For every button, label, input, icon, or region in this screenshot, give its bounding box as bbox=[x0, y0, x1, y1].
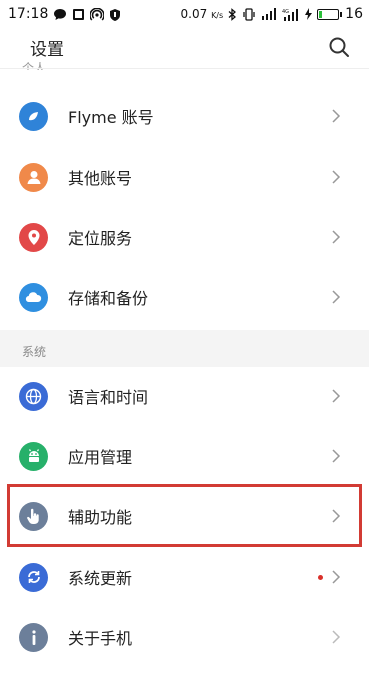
chevron-right-icon bbox=[332, 509, 341, 523]
chevron-right-icon bbox=[332, 449, 341, 463]
bluetooth-icon bbox=[228, 7, 237, 21]
search-icon bbox=[329, 37, 349, 57]
vibrate-icon bbox=[242, 7, 256, 21]
battery-indicator: 16 bbox=[317, 6, 363, 22]
info-icon bbox=[19, 622, 48, 652]
battery-percent: 16 bbox=[345, 6, 363, 22]
chevron-right-icon bbox=[332, 290, 341, 304]
battery-icon bbox=[317, 8, 343, 20]
chat-notification-icon bbox=[53, 8, 67, 21]
chevron-right-icon bbox=[332, 230, 341, 244]
settings-item-label: 存储和备份 bbox=[68, 289, 149, 308]
chevron-right-icon bbox=[332, 570, 341, 584]
signal-icon-1 bbox=[261, 8, 277, 20]
header-divider bbox=[0, 68, 369, 69]
settings-item-label: Flyme 账号 bbox=[68, 108, 154, 127]
status-time: 17:18 bbox=[8, 6, 49, 22]
refresh-icon bbox=[19, 562, 48, 592]
status-bar: 17:18 0.07 K/s 4G 16 bbox=[0, 0, 369, 28]
settings-item-storage-backup[interactable]: 存储和备份 bbox=[0, 267, 369, 327]
settings-item-about-phone[interactable]: 关于手机 bbox=[0, 607, 369, 667]
settings-item-label: 定位服务 bbox=[68, 229, 133, 248]
location-pin-icon bbox=[19, 222, 48, 252]
network-speed-value: 0.07 bbox=[180, 7, 208, 21]
hand-pointer-icon bbox=[19, 501, 48, 531]
search-button[interactable] bbox=[327, 35, 351, 59]
settings-item-label: 语言和时间 bbox=[68, 388, 149, 407]
chevron-right-icon bbox=[332, 389, 341, 403]
image-notification-icon bbox=[72, 8, 85, 21]
globe-icon bbox=[19, 381, 48, 411]
settings-item-language-time[interactable]: 语言和时间 bbox=[0, 366, 369, 426]
settings-header: 设置 bbox=[0, 28, 369, 66]
section-separator bbox=[0, 330, 369, 367]
settings-item-flyme-account[interactable]: Flyme 账号 bbox=[0, 86, 369, 146]
network-speed: 0.07 K/s bbox=[181, 7, 224, 21]
status-bar-right: 0.07 K/s 4G 16 bbox=[181, 6, 363, 22]
android-icon bbox=[19, 441, 48, 471]
settings-item-label: 系统更新 bbox=[68, 569, 133, 588]
section-label-system: 系统 bbox=[22, 345, 47, 359]
update-badge-dot bbox=[318, 574, 323, 580]
cloud-icon bbox=[19, 282, 48, 312]
settings-item-accessibility[interactable]: 辅助功能 bbox=[0, 486, 369, 546]
chevron-right-icon bbox=[332, 109, 341, 123]
settings-item-location[interactable]: 定位服务 bbox=[0, 207, 369, 267]
charging-icon bbox=[305, 8, 313, 20]
shield-icon bbox=[109, 8, 121, 21]
person-icon bbox=[19, 162, 48, 192]
settings-item-label: 其他账号 bbox=[68, 169, 133, 188]
hotspot-icon bbox=[90, 7, 105, 21]
signal-4g-icon: 4G bbox=[282, 8, 300, 21]
settings-item-label: 应用管理 bbox=[68, 448, 133, 467]
network-speed-unit: K/s bbox=[211, 11, 224, 20]
settings-item-app-management[interactable]: 应用管理 bbox=[0, 426, 369, 486]
settings-item-system-update[interactable]: 系统更新 bbox=[0, 547, 369, 607]
chevron-right-icon bbox=[332, 630, 341, 644]
page-title: 设置 bbox=[30, 39, 64, 60]
settings-item-other-accounts[interactable]: 其他账号 bbox=[0, 147, 369, 207]
settings-item-label: 关于手机 bbox=[68, 629, 133, 648]
svg-text:4G: 4G bbox=[282, 9, 289, 15]
chevron-right-icon bbox=[332, 170, 341, 184]
flyme-account-icon bbox=[19, 101, 48, 131]
status-bar-left: 17:18 bbox=[8, 6, 121, 22]
settings-item-label: 辅助功能 bbox=[68, 508, 133, 527]
